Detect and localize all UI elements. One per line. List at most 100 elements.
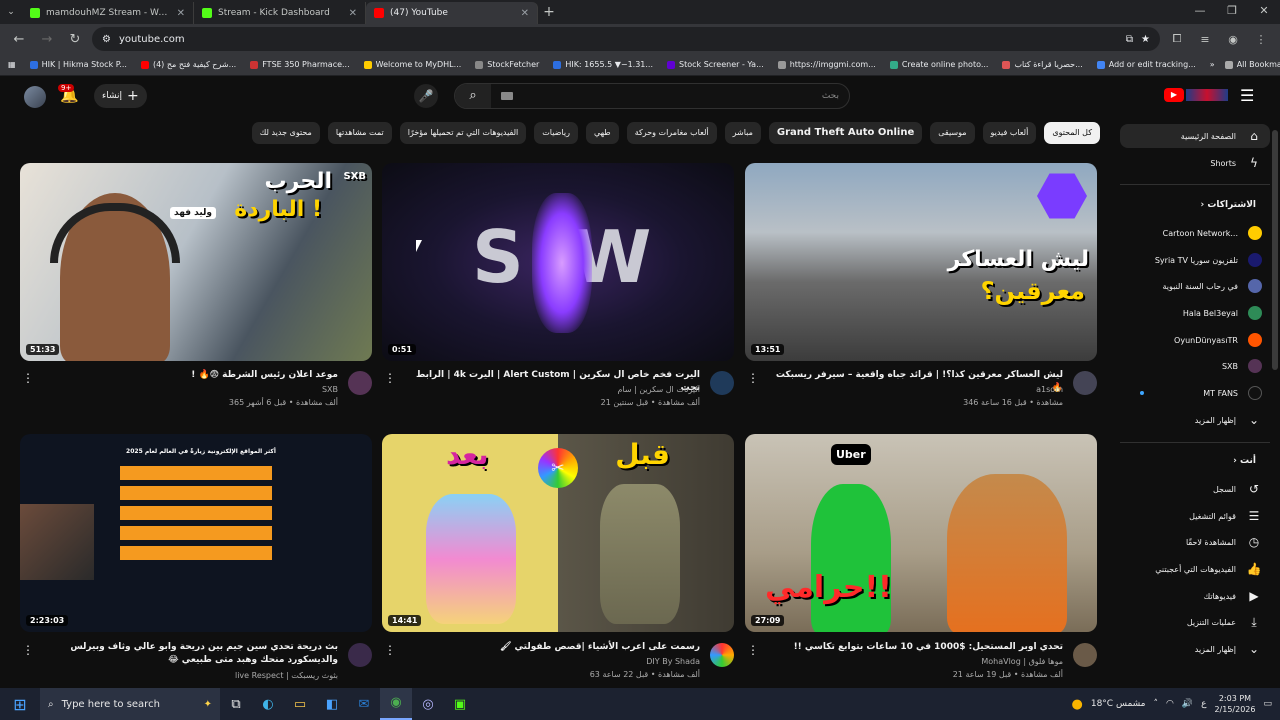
channel-avatar (1248, 359, 1262, 373)
weather-text[interactable]: 18°C مشمس (1091, 699, 1146, 709)
extensions-icon[interactable]: ⧠ (1166, 32, 1188, 46)
video-grid: الحرب الباردة ! وليد فهد SXB 51:33 موعد … (0, 0, 1110, 690)
windows-start-icon[interactable]: ⊞ (0, 695, 40, 714)
channel-name[interactable]: MohaVlog | موها فلوق (981, 657, 1063, 666)
subscriptions-heading[interactable]: › الاشتراكات (1120, 200, 1260, 210)
chevron-right-icon: › (1200, 200, 1205, 210)
sidebar-subscription[interactable]: Hala Bel3eyal (1120, 301, 1270, 325)
video-thumbnail[interactable]: الحرب الباردة ! وليد فهد SXB 51:33 (20, 163, 372, 361)
channel-avatar[interactable] (710, 643, 734, 667)
sidebar-show-more[interactable]: إظهار المزيد ⌄ (1120, 637, 1270, 661)
minimize-icon[interactable]: — (1184, 0, 1216, 24)
video-meta: موعد اعلان رئيس الشرطة 😨🔥 ! SXB 365 ألف … (20, 365, 372, 415)
volume-icon[interactable]: 🔊 (1182, 699, 1193, 709)
sidebar-subscription[interactable]: SXB (1120, 354, 1270, 378)
weather-icon: ● (1071, 696, 1083, 712)
video-title[interactable]: بث دريحة تحدي سين جيم بين دريحة وابو عال… (38, 641, 338, 667)
sidebar-subscription[interactable]: Cartoon Network... (1120, 221, 1270, 245)
install-app-icon[interactable]: ⧉ (1126, 34, 1133, 45)
video-meta: تحدي اوبر المستحيل: $1000 في 10 ساعات بت… (745, 637, 1097, 687)
you-heading[interactable]: › أنت (1120, 456, 1260, 466)
restore-icon[interactable]: ❐ (1216, 0, 1248, 24)
thumbnail-title-text: الباردة ! (234, 197, 322, 222)
thumbnail-logo-letter: S (472, 215, 524, 299)
channel-avatar[interactable] (1073, 371, 1097, 395)
channel-avatar (1248, 386, 1262, 400)
close-window-icon[interactable]: ✕ (1248, 0, 1280, 24)
channel-avatar[interactable] (348, 643, 372, 667)
guide-menu-icon[interactable]: ☰ (1240, 86, 1254, 105)
bookmark-star-icon[interactable]: ★ (1141, 34, 1150, 45)
all-bookmarks-button[interactable]: All Bookmarks (1224, 60, 1280, 69)
chrome-menu-icon[interactable]: ⋮ (1250, 33, 1272, 46)
profile-icon[interactable]: ◉ (1222, 33, 1244, 46)
sidebar-subscription[interactable]: MT FANS (1120, 381, 1270, 405)
video-stats: 365 ألف مشاهدة • قبل 6 أشهر (228, 398, 338, 407)
sidebar-item-history[interactable]: السجل ↺ (1120, 477, 1270, 501)
more-actions-icon[interactable]: ⋮ (384, 643, 396, 657)
sidebar-item-downloads[interactable]: عمليات التنزيل ⤓ (1120, 610, 1270, 634)
sidebar-item-playlists[interactable]: قوائم التشغيل ☰ (1120, 504, 1270, 528)
sidebar-item-shorts[interactable]: Shorts ϟ (1120, 151, 1270, 175)
sidebar-item-liked[interactable]: الفيديوهات التي أعجبتني 👍 (1120, 557, 1270, 581)
video-title[interactable]: موعد اعلان رئيس الشرطة 😨🔥 ! (38, 369, 338, 382)
video-thumbnail[interactable]: ليش العساكر معرقين؟ 13:51 (745, 163, 1097, 361)
video-duration: 51:33 (26, 344, 60, 355)
file-explorer-icon[interactable]: ▭ (284, 697, 316, 712)
page-scrollbar[interactable] (1272, 130, 1278, 370)
task-view-icon[interactable]: ⧉ (220, 697, 252, 712)
channel-name[interactable]: DIY By Shada (646, 657, 700, 666)
channel-avatar[interactable] (348, 371, 372, 395)
language-indicator[interactable]: ع (1201, 699, 1206, 709)
more-actions-icon[interactable]: ⋮ (747, 643, 759, 657)
channel-watermark: SXB (343, 171, 366, 182)
taskbar-search-field[interactable]: ⌕ Type here to search ✦ (40, 688, 220, 720)
more-actions-icon[interactable]: ⋮ (384, 371, 396, 385)
channel-name[interactable]: live Respect | بثوث ريسبكت (235, 671, 338, 680)
thumbnail-glow-figure (532, 193, 592, 333)
video-title[interactable]: رسمت على اعرب الأشياء |قصص طفولتي 🖌 (400, 641, 700, 654)
channel-avatar[interactable] (1073, 643, 1097, 667)
video-title[interactable]: تحدي اوبر المستحيل: $1000 في 10 ساعات بت… (763, 641, 1063, 654)
sidebar-item-your-videos[interactable]: فيديوهاتك ▶ (1120, 584, 1270, 608)
obs-icon[interactable]: ◎ (412, 697, 444, 712)
notification-center-icon[interactable]: ▭ (1263, 699, 1272, 709)
clock-icon: ◷ (1248, 535, 1260, 549)
video-meta: اليرت فخم خاص ال سكرين | Alert Custom | … (382, 365, 734, 415)
sidebar-show-more[interactable]: إظهار المزيد ⌄ (1120, 408, 1270, 432)
channel-avatar (1248, 306, 1262, 320)
video-title[interactable]: ليش العساكر معرقين كذا؟! | قرائد جباه وا… (763, 369, 1063, 395)
sidebar-item-home[interactable]: الصفحة الرئيسية ⌂ (1120, 124, 1270, 148)
edge-icon[interactable]: ◐ (252, 697, 284, 712)
network-icon[interactable]: ◠ (1166, 699, 1174, 709)
channel-name[interactable]: SXB (322, 385, 338, 394)
taskbar-clock[interactable]: 2:03 PM 2/15/2026 (1214, 693, 1255, 715)
video-meta: رسمت على اعرب الأشياء |قصص طفولتي 🖌 DIY … (382, 637, 734, 687)
sidebar-divider (1120, 442, 1270, 443)
video-thumbnail[interactable]: بعد قبل ✂ 14:41 (382, 434, 734, 632)
sidebar-subscription[interactable]: في رحاب السنة النبوية (1120, 274, 1270, 298)
tray-chevron-icon[interactable]: ˄ (1154, 699, 1159, 709)
tab-media-icon[interactable]: ≡ (1194, 33, 1216, 46)
sidebar-subscription[interactable]: OyunDünyasıTR (1120, 328, 1270, 352)
video-thumbnail[interactable]: S W 0:51 (382, 163, 734, 361)
channel-avatar (1248, 226, 1262, 240)
channel-avatar[interactable] (710, 371, 734, 395)
video-thumbnail[interactable]: أكثر المواقع الإلكترونية زيارةً في العال… (20, 434, 372, 632)
more-actions-icon[interactable]: ⋮ (747, 371, 759, 385)
kick-app-icon[interactable]: ▣ (444, 697, 476, 712)
sidebar-item-watch-later[interactable]: المشاهدة لاحقًا ◷ (1120, 530, 1270, 554)
channel-name[interactable]: اليرتات ال سكرين | سام (617, 385, 700, 394)
sidebar-subscription[interactable]: Syria TV تلفزيون سوريا (1120, 248, 1270, 272)
bookmark-item[interactable]: Add or edit tracking... (1096, 60, 1196, 69)
thumbnail-channel-logo (1037, 173, 1087, 219)
more-actions-icon[interactable]: ⋮ (22, 643, 34, 657)
video-thumbnail[interactable]: Uber حرامي!! 27:09 (745, 434, 1097, 632)
more-actions-icon[interactable]: ⋮ (22, 371, 34, 385)
outlook-icon[interactable]: ✉ (348, 697, 380, 712)
store-icon[interactable]: ◧ (316, 697, 348, 712)
more-bookmarks-icon[interactable]: » (1210, 60, 1215, 69)
channel-name[interactable]: a1som (1036, 385, 1063, 394)
youtube-logo[interactable]: ▶ (1164, 88, 1228, 102)
chrome-icon[interactable]: ◉ (380, 688, 412, 720)
